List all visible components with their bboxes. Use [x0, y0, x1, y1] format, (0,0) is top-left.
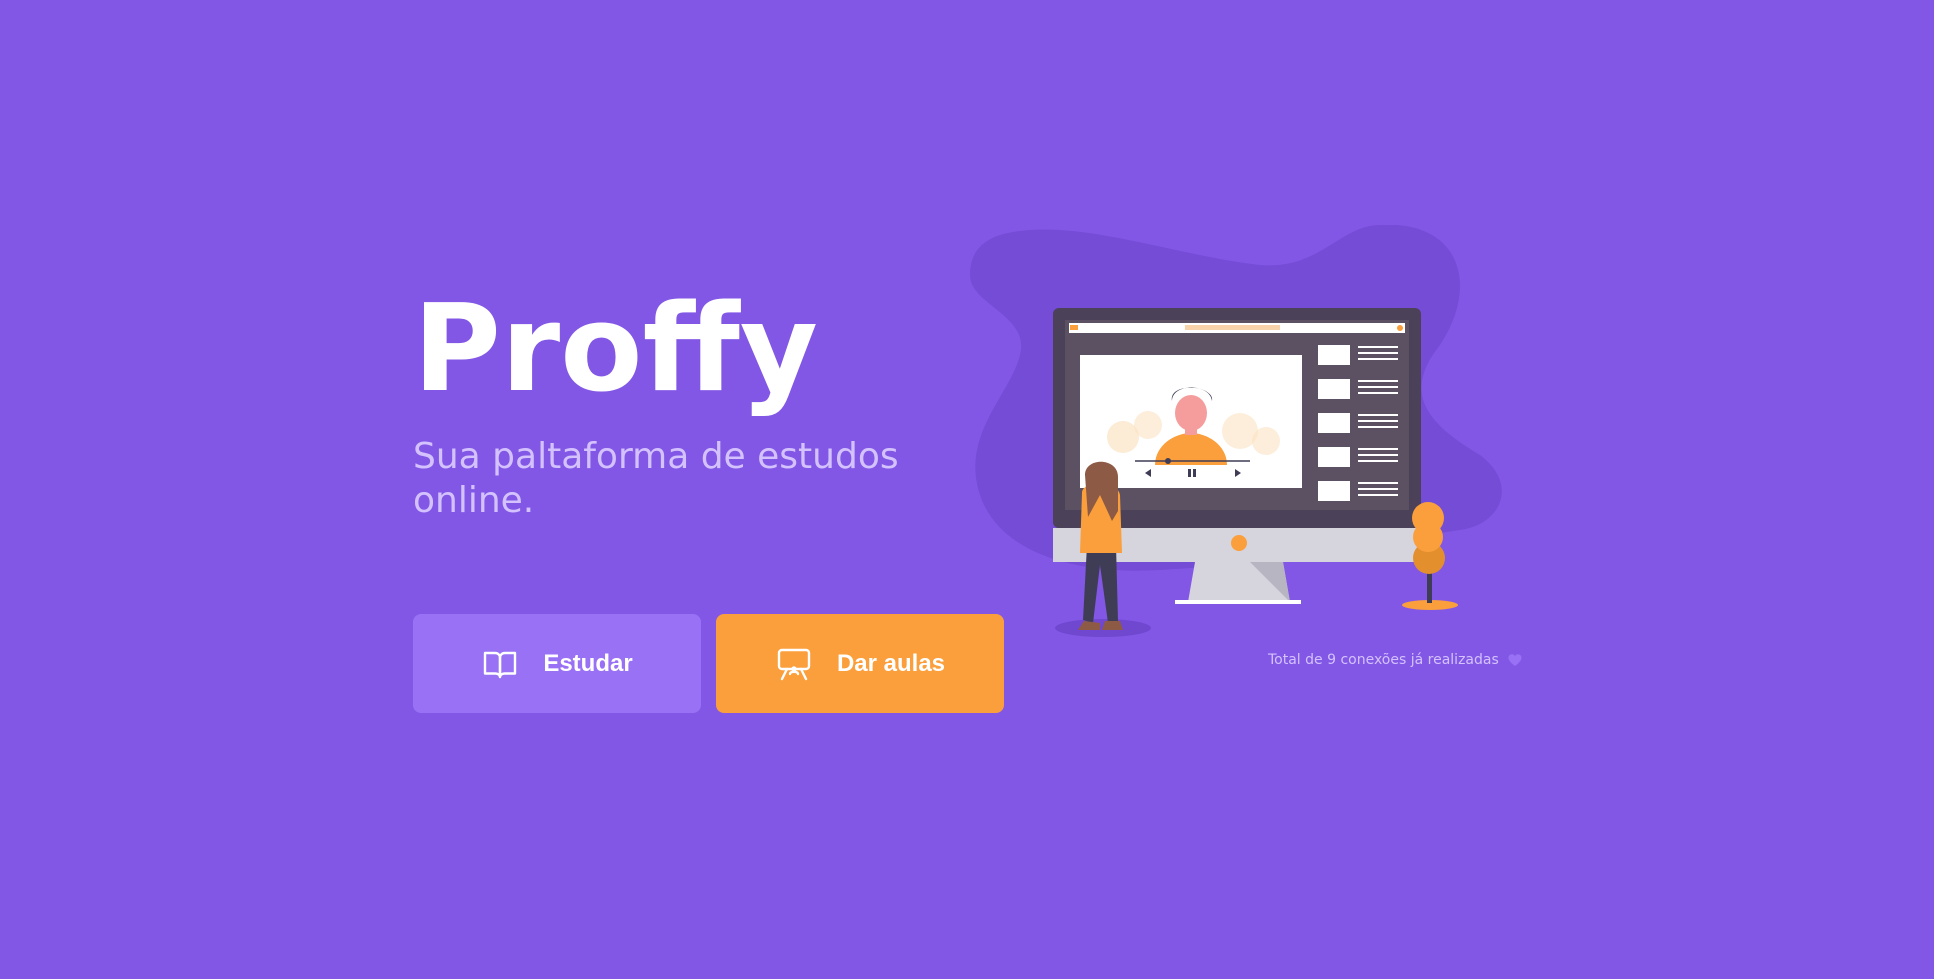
landing-page: Proffy Sua paltaforma de estudos online.: [0, 0, 1934, 979]
proffy-logo: Proffy: [413, 290, 818, 419]
tagline: Sua paltaforma de estudos online.: [413, 436, 899, 521]
total-connections-text: Total de 9 conexões já realizadas: [1268, 652, 1499, 668]
logo-container: Proffy Sua paltaforma de estudos online.: [413, 290, 933, 523]
study-button-label: Estudar: [543, 649, 633, 677]
logo-text: Proffy: [413, 290, 818, 419]
actions: Estudar Dar aulas: [413, 614, 1004, 713]
give-classes-button-label: Dar aulas: [836, 649, 946, 677]
study-button[interactable]: Estudar: [413, 614, 701, 713]
book-open-icon: [481, 645, 519, 683]
total-connections: Total de 9 conexões já realizadas: [1268, 652, 1523, 668]
purple-heart-icon: [1507, 652, 1523, 668]
hero-illustration: [960, 225, 1520, 645]
presentation-board-icon: [775, 645, 813, 683]
give-classes-button[interactable]: Dar aulas: [716, 614, 1004, 713]
